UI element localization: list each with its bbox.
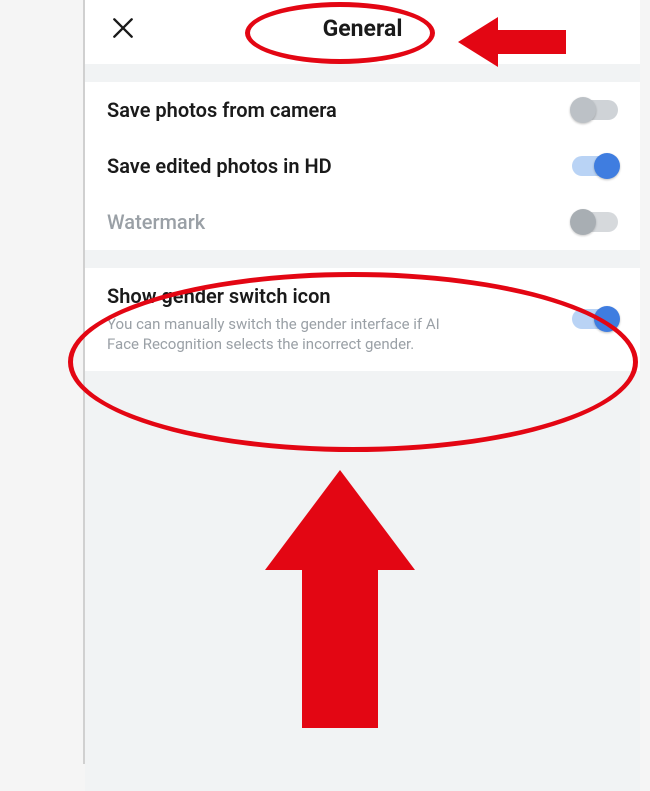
toggle-knob (594, 306, 620, 332)
close-icon (110, 15, 136, 41)
toggle-knob (570, 97, 596, 123)
toggle-knob (570, 209, 596, 235)
settings-section-1: Save photos from camera Save edited phot… (85, 82, 640, 250)
close-button[interactable] (105, 10, 141, 46)
setting-row-gender-switch: Show gender switch icon You can manually… (85, 268, 640, 371)
toggle-gender-switch[interactable] (572, 309, 618, 329)
toggle-save-hd[interactable] (572, 156, 618, 176)
setting-label: Save edited photos in HD (107, 154, 558, 178)
header: General (85, 0, 640, 64)
section-gap (85, 64, 640, 82)
setting-label: Save photos from camera (107, 98, 558, 122)
setting-label: Show gender switch icon (107, 284, 558, 308)
empty-area (85, 371, 640, 791)
settings-screen: General Save photos from camera Save edi… (85, 0, 640, 764)
setting-row-watermark: Watermark (85, 194, 640, 250)
section-gap (85, 250, 640, 268)
toggle-watermark[interactable] (572, 212, 618, 232)
toggle-knob (594, 153, 620, 179)
toggle-save-photos[interactable] (572, 100, 618, 120)
setting-row-save-hd: Save edited photos in HD (85, 138, 640, 194)
page-title: General (85, 15, 640, 42)
setting-description: You can manually switch the gender inter… (107, 314, 467, 355)
setting-label: Watermark (107, 210, 558, 234)
settings-section-2: Show gender switch icon You can manually… (85, 268, 640, 371)
setting-row-save-photos: Save photos from camera (85, 82, 640, 138)
